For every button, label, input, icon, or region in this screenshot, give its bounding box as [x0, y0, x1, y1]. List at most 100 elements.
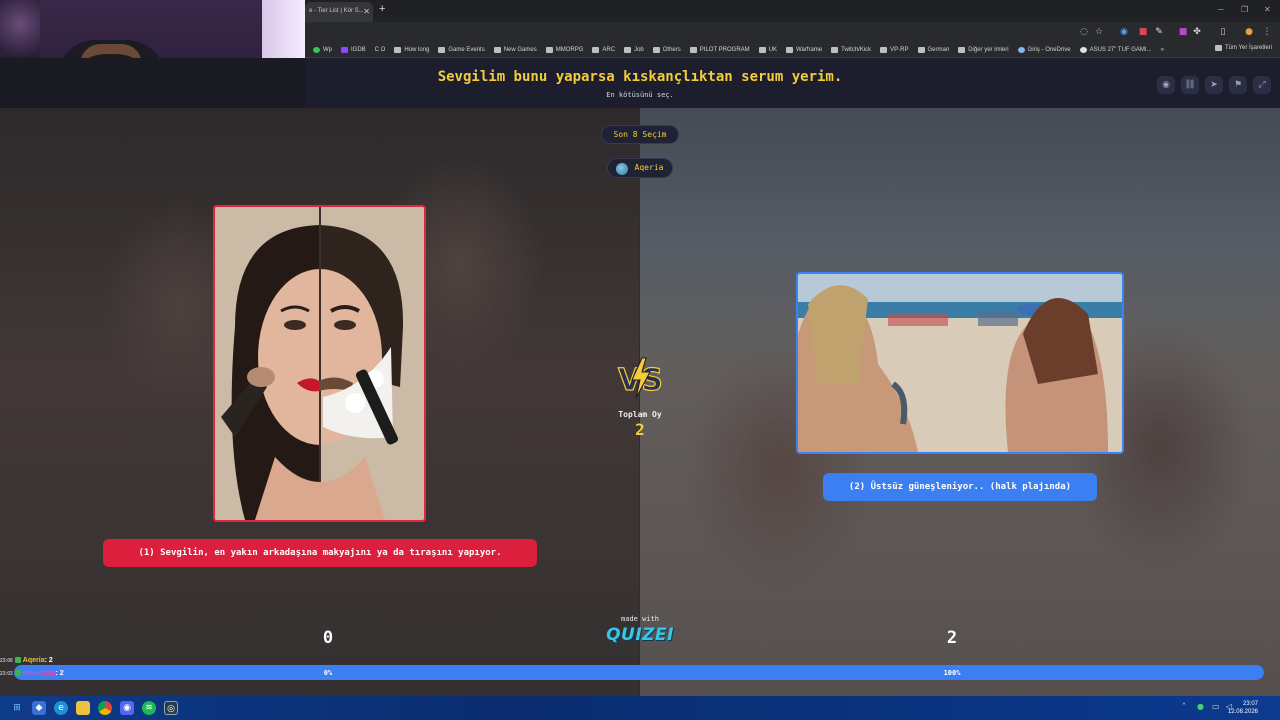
extension-icon-2[interactable]: ■ [1137, 26, 1149, 38]
file-explorer-icon[interactable] [76, 701, 90, 715]
send-icon[interactable]: ➤ [1205, 76, 1223, 94]
bookmark-folder[interactable]: VP-RP [880, 46, 909, 53]
maximize-icon[interactable]: ❐ [1241, 5, 1248, 14]
user-pill[interactable]: Aqeria [607, 158, 673, 178]
avatar [616, 163, 628, 175]
bookmark-folder[interactable]: MMORPG [545, 46, 583, 53]
webcam-lamp [0, 0, 40, 60]
bookmark-folder[interactable]: Diğer yer imleri [958, 46, 1009, 53]
screen: e - Tier List | Kör S... ✕ + ─ ❐ ✕ ◌ ☆ ◉… [0, 0, 1280, 720]
all-bookmarks-button[interactable]: Tüm Yer İşaretleri [1214, 45, 1272, 51]
quiz-subprompt: En kötüsünü seç. [606, 91, 674, 99]
bookmark-folder[interactable]: Twitch/Kick [831, 46, 871, 53]
option-2-button[interactable]: (2) Üstsüz güneşleniyor.. (halk plajında… [823, 473, 1097, 501]
folder-icon [689, 46, 697, 53]
folder-icon [438, 46, 446, 53]
bookmarks-bar: Wp IGDB C O How long Game Events New Gam… [305, 42, 1280, 58]
option-2-image[interactable] [796, 272, 1124, 454]
onedrive-icon [1017, 46, 1025, 53]
bookmark-item[interactable]: Giriş - OneDrive [1017, 46, 1071, 53]
folder-icon [880, 46, 888, 53]
folder-icon [493, 46, 501, 53]
vote-progress-bar [14, 665, 1264, 680]
folder-icon [652, 46, 660, 53]
spotify-icon[interactable]: ≋ [142, 701, 156, 715]
fullscreen-icon[interactable]: ⤢ [1253, 76, 1271, 94]
folder-icon [831, 46, 839, 53]
browser-addressbar: ◌ ☆ ◉ ■ ✎ ■ ✤ ▯ ● ⋮ [305, 22, 1280, 42]
quizei-logo[interactable]: QUIZEI [600, 625, 680, 645]
system-clock[interactable]: 23:07 12.08.2026 [1228, 700, 1258, 716]
sidebar-icon[interactable]: ▯ [1217, 26, 1229, 38]
browser-tabstrip: e - Tier List | Kör S... ✕ + ─ ❐ ✕ [305, 0, 1280, 22]
eye-off-icon[interactable]: ◌ [1078, 26, 1090, 38]
igdb-icon [341, 46, 348, 53]
extension-icon-1[interactable]: ◉ [1118, 26, 1130, 38]
tray-chevron-icon[interactable]: ˄ [1182, 702, 1186, 711]
profile-avatar[interactable]: ● [1243, 26, 1255, 38]
bookmark-folder[interactable]: Warframe [786, 46, 822, 53]
close-window-icon[interactable]: ✕ [1264, 5, 1271, 14]
bookmark-folder[interactable]: UK [758, 46, 777, 53]
option-1-image[interactable] [213, 205, 426, 522]
close-icon[interactable]: ✕ [363, 7, 370, 16]
browser-tab[interactable]: e - Tier List | Kör S... ✕ [305, 2, 373, 22]
minimize-icon[interactable]: ─ [1218, 5, 1224, 14]
option-2-progress-fill [14, 665, 1264, 680]
option-1-button[interactable]: (1) Sevgilin, en yakın arkadaşına makyaj… [103, 539, 537, 567]
vs-lightning-icon: VS [617, 357, 663, 399]
bookmark-item[interactable]: IGDB [341, 46, 366, 53]
discord-icon[interactable]: ◉ [120, 701, 134, 715]
stream-chat-overlay: 23:06 Aqeria: 2 23:03 kakudutai: 2 [0, 657, 120, 683]
made-with-label: made with [621, 615, 659, 623]
chat-message: 23:06 Aqeria: 2 [0, 657, 53, 664]
bookmark-folder[interactable]: ARC [592, 46, 615, 53]
chrome-icon[interactable] [98, 701, 112, 715]
option-2-percent: 100% [943, 669, 961, 677]
badge-icon [14, 670, 21, 677]
option-2-vote-count: 2 [946, 628, 958, 648]
app-icon-2[interactable]: ◎ [164, 701, 178, 715]
bookmark-folder[interactable]: New Games [493, 46, 537, 53]
center-divider [639, 108, 640, 696]
option-1-percent: 0% [323, 669, 333, 677]
chat-message: 23:03 kakudutai: 2 [0, 670, 64, 677]
link-icon[interactable]: ⛓ [1181, 76, 1199, 94]
bookmark-folder[interactable]: Job [624, 46, 644, 53]
taskbar: ⊞ ◆ e ◉ ≋ ◎ ˄ ● ▭ ◁ 23:07 12.08.2026 [0, 696, 1280, 720]
option-1-illustration [215, 207, 424, 520]
badge-icon [14, 657, 21, 664]
bookmark-item[interactable]: ASUS 27" TUF GAMI... [1079, 46, 1152, 53]
edge-icon[interactable]: e [54, 701, 68, 715]
last-picks-pill[interactable]: Son 8 Seçim [601, 125, 679, 144]
folder-icon [758, 46, 766, 53]
option-1-vote-count: 0 [322, 628, 334, 648]
whatsapp-icon [313, 46, 320, 53]
asus-icon [1079, 46, 1087, 53]
new-tab-button[interactable]: + [379, 3, 385, 15]
bookmark-item[interactable]: Wp [313, 46, 332, 53]
bookmarks-overflow-button[interactable]: » [1161, 47, 1164, 53]
total-votes-value: 2 [635, 420, 645, 439]
bookmark-item[interactable]: How long [394, 46, 429, 53]
option-2-illustration [798, 274, 1122, 452]
folder-icon [545, 46, 553, 53]
bookmark-folder[interactable]: Others [652, 46, 681, 53]
extension-icon-3[interactable]: ✎ [1153, 26, 1165, 38]
network-icon[interactable]: ▭ [1212, 702, 1220, 711]
puzzle-icon[interactable]: ✤ [1191, 26, 1203, 38]
bookmark-folder[interactable]: German [917, 46, 949, 53]
bookmark-folder[interactable]: Game Events [438, 46, 485, 53]
menu-dots-icon[interactable]: ⋮ [1261, 26, 1273, 38]
extension-icon-4[interactable]: ■ [1177, 26, 1189, 38]
microphone-icon[interactable]: ● [1197, 702, 1204, 711]
flag-icon[interactable]: ⚑ [1229, 76, 1247, 94]
folder-icon [786, 46, 794, 53]
folder-icon [1214, 45, 1222, 51]
app-icon-1[interactable]: ◆ [32, 701, 46, 715]
bookmark-item[interactable]: C O [375, 47, 386, 53]
eye-icon[interactable]: ◉ [1157, 76, 1175, 94]
bookmark-folder[interactable]: PILOT PROGRAM [689, 46, 750, 53]
star-icon[interactable]: ☆ [1093, 26, 1105, 38]
windows-start-icon[interactable]: ⊞ [10, 701, 24, 715]
